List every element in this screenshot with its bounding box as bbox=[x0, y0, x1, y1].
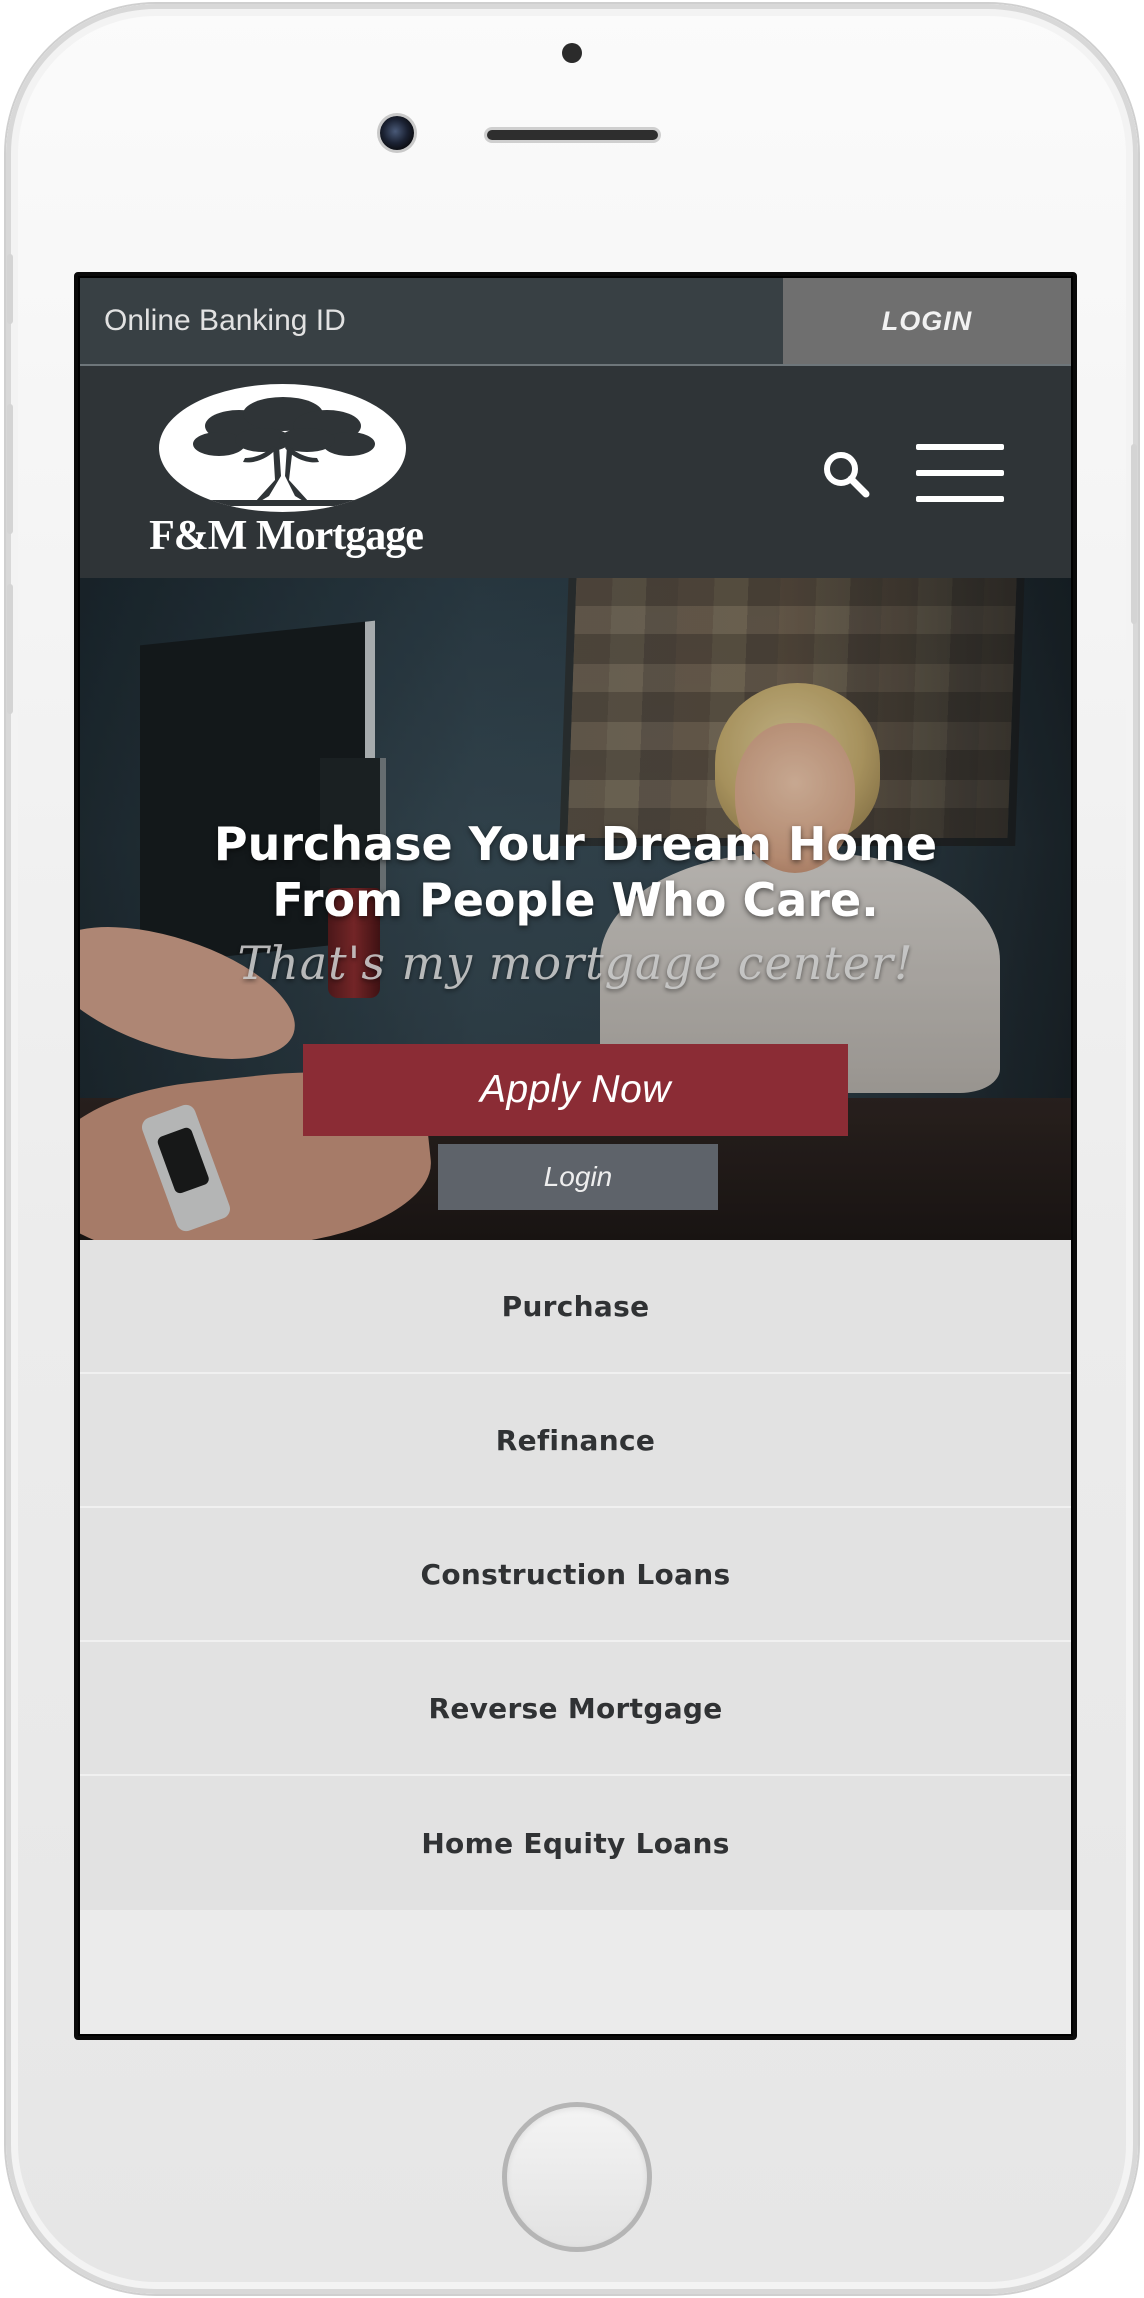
web-viewport: LOGIN bbox=[80, 278, 1071, 2034]
online-banking-id-input[interactable] bbox=[80, 278, 780, 364]
page-bottom-area bbox=[80, 1910, 1071, 2034]
loan-type-menu: Purchase Refinance Construction Loans Re… bbox=[80, 1240, 1071, 1910]
hero-title-line-2: From People Who Care. bbox=[272, 873, 879, 927]
loan-item-construction-loans[interactable]: Construction Loans bbox=[80, 1508, 1071, 1642]
proximity-sensor bbox=[562, 43, 582, 63]
hero-title: Purchase Your Dream Home From People Who… bbox=[80, 816, 1071, 928]
tree-icon bbox=[193, 397, 375, 506]
logo-wordmark: F&M Mortgage bbox=[149, 513, 424, 559]
tree-emblem bbox=[159, 384, 406, 512]
phone-screen: LOGIN bbox=[74, 272, 1077, 2040]
power-button bbox=[1131, 444, 1137, 624]
fm-mortgage-logo[interactable]: F&M Mortgage bbox=[146, 384, 426, 564]
volume-down-button bbox=[7, 584, 13, 714]
phone-frame: LOGIN bbox=[6, 4, 1138, 2294]
mute-switch bbox=[7, 254, 13, 324]
online-banking-login-button[interactable]: LOGIN bbox=[783, 278, 1071, 364]
site-header: F&M Mortgage bbox=[80, 366, 1071, 578]
loan-item-reverse-mortgage[interactable]: Reverse Mortgage bbox=[80, 1642, 1071, 1776]
earpiece-speaker bbox=[487, 130, 658, 140]
online-banking-bar: LOGIN bbox=[80, 278, 1071, 366]
loan-item-home-equity-loans[interactable]: Home Equity Loans bbox=[80, 1776, 1071, 1910]
hamburger-menu-icon[interactable] bbox=[916, 444, 1004, 504]
search-icon[interactable] bbox=[820, 448, 872, 500]
front-camera bbox=[380, 116, 414, 150]
loan-item-purchase[interactable]: Purchase bbox=[80, 1240, 1071, 1374]
hero-tagline: That's my mortgage center! bbox=[237, 936, 914, 990]
hero-login-button[interactable]: Login bbox=[438, 1144, 718, 1210]
volume-up-button bbox=[7, 404, 13, 534]
apply-now-button[interactable]: Apply Now bbox=[303, 1044, 848, 1136]
hero-banner: Purchase Your Dream Home From People Who… bbox=[80, 578, 1071, 1240]
home-button[interactable] bbox=[502, 2102, 652, 2252]
hero-title-line-1: Purchase Your Dream Home bbox=[213, 817, 938, 871]
loan-item-refinance[interactable]: Refinance bbox=[80, 1374, 1071, 1508]
